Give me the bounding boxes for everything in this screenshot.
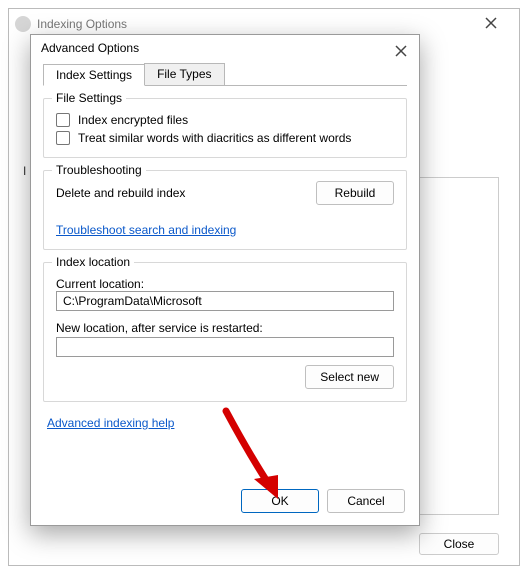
parent-close-button[interactable] (471, 9, 511, 37)
troubleshooting-group: Troubleshooting Delete and rebuild index… (43, 170, 407, 250)
index-encrypted-label: Index encrypted files (78, 113, 188, 127)
tab-file-types[interactable]: File Types (144, 63, 224, 85)
diacritics-row[interactable]: Treat similar words with diacritics as d… (56, 131, 394, 145)
delete-rebuild-label: Delete and rebuild index (56, 186, 185, 200)
file-settings-group: File Settings Index encrypted files Trea… (43, 98, 407, 158)
advanced-help-link[interactable]: Advanced indexing help (47, 416, 407, 430)
file-settings-title: File Settings (52, 91, 126, 105)
new-location-label: New location, after service is restarted… (56, 321, 394, 335)
rebuild-button[interactable]: Rebuild (316, 181, 394, 205)
current-location-field (56, 291, 394, 311)
close-icon (395, 45, 407, 57)
new-location-field[interactable] (56, 337, 394, 357)
current-location-label: Current location: (56, 277, 394, 291)
ok-button[interactable]: OK (241, 489, 319, 513)
tab-strip: Index Settings File Types (43, 63, 407, 86)
index-location-title: Index location (52, 255, 134, 269)
diacritics-label: Treat similar words with diacritics as d… (78, 131, 351, 145)
select-new-button[interactable]: Select new (305, 365, 394, 389)
parent-close-btn[interactable]: Close (419, 533, 499, 555)
index-encrypted-checkbox[interactable] (56, 113, 70, 127)
index-location-group: Index location Current location: New loc… (43, 262, 407, 402)
truncated-label: I (23, 164, 26, 178)
troubleshoot-link[interactable]: Troubleshoot search and indexing (56, 223, 236, 237)
indexing-options-icon (15, 16, 31, 32)
diacritics-checkbox[interactable] (56, 131, 70, 145)
troubleshooting-title: Troubleshooting (52, 163, 146, 177)
advanced-options-dialog: Advanced Options Index Settings File Typ… (30, 34, 420, 526)
tab-index-settings[interactable]: Index Settings (43, 64, 145, 86)
dialog-title: Advanced Options (31, 35, 419, 61)
dialog-button-bar: OK Cancel (31, 479, 419, 525)
close-icon (485, 17, 497, 29)
index-encrypted-row[interactable]: Index encrypted files (56, 113, 394, 127)
dialog-close-button[interactable] (391, 41, 411, 61)
parent-window-title: Indexing Options (37, 17, 127, 31)
cancel-button[interactable]: Cancel (327, 489, 405, 513)
